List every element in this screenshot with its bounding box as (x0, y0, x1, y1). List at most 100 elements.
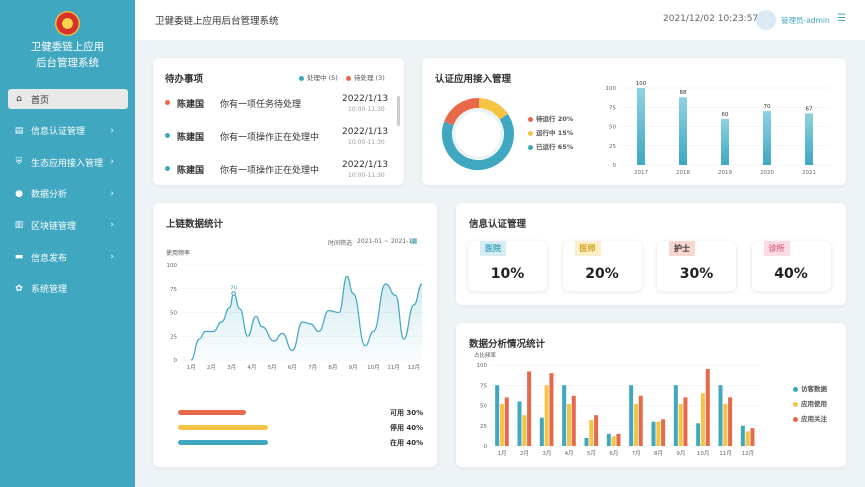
todo-scrollbar[interactable] (397, 96, 400, 126)
avatar[interactable] (756, 10, 776, 30)
sidebar-item-2[interactable]: ⛨ 生态应用接入管理 › (8, 152, 128, 172)
bar-9月-2 (683, 397, 688, 446)
bar-12月-0 (740, 425, 745, 446)
bar-6月-1 (611, 436, 616, 446)
status-dot (165, 100, 170, 105)
status-donut-chart (442, 98, 514, 170)
bar-4月-1 (566, 403, 571, 446)
gear-icon: ✿ (15, 283, 23, 294)
time-range-picker[interactable]: 2021-01 ~ 2021-12 (357, 238, 416, 245)
analysis-title: 数据分析情况统计 (469, 339, 546, 350)
todo-list-item[interactable]: 陈建国 你有一项操作正在处理中 2022/1/13 10:00-11:30 (165, 127, 390, 151)
todo-list-item[interactable]: 陈建国 你有一项任务待处理 2022/1/13 10:00-11:30 (165, 94, 390, 118)
legend-processing-label: 处理中 (5) (307, 74, 338, 82)
y-tick-label: 50 (609, 125, 616, 131)
info-tag: 诊所 (763, 241, 790, 256)
bar-10月-1 (700, 393, 705, 446)
sidebar-item-label: 信息认证管理 (31, 127, 86, 138)
info-value: 40% (774, 266, 808, 282)
chain-stats-title: 上链数据统计 (166, 219, 224, 230)
todo-date: 2022/1/13 (342, 94, 389, 104)
sidebar-item-3[interactable]: ● 数据分析 › (8, 184, 128, 204)
info-card-3[interactable]: 诊所 40% (751, 241, 831, 291)
chevron-right-icon: › (110, 125, 114, 136)
info-auth-title: 信息认证管理 (469, 219, 527, 230)
info-card-0[interactable]: 医院 10% (468, 241, 547, 291)
legend-label: 已运行 65% (536, 143, 574, 151)
bar-10月-0 (696, 423, 701, 446)
x-tick-label: 9月 (676, 450, 685, 457)
sidebar: 卫健委链上应用 后台管理系统 ⌂ 首页 ▤ 信息认证管理 › ⛨ 生态应用接入管理 › ● 数据分… (0, 0, 135, 487)
sidebar-item-6[interactable]: ✿ 系统管理 (8, 279, 128, 299)
legend-pending: 待处理 (3) (346, 72, 385, 82)
bar-4月-2 (571, 395, 576, 446)
bar-legend-item: 应用关注 (793, 413, 827, 423)
sidebar-item-5[interactable]: ▬ 信息发布 › (8, 247, 128, 267)
bar-9月-1 (678, 403, 683, 446)
info-card-2[interactable]: 护士 30% (657, 241, 736, 291)
bar-2018 (679, 97, 687, 165)
legend-dot (528, 116, 533, 122)
info-card-1[interactable]: 医师 20% (562, 241, 642, 291)
bar-5月-1 (589, 420, 594, 446)
y-tick-label: 50 (170, 311, 177, 317)
bar-5月-2 (594, 415, 599, 446)
peak-label: 70 (230, 286, 237, 292)
bar-legend-item: 访客数据 (793, 383, 827, 393)
y-tick-label: 0 (174, 358, 178, 364)
todo-time: 10:00-11:30 (348, 172, 385, 179)
sidebar-item-label: 首页 (31, 95, 50, 106)
bar-8月-2 (661, 419, 666, 446)
todo-text: 你有一项操作正在处理中 (220, 166, 320, 176)
donut-legend-item: 待运行 20% (528, 113, 573, 123)
todo-card: 待办事项 处理中 (5) 待处理 (3) 陈建国 你有一项任务待处理 2022/1/… (153, 58, 404, 185)
current-datetime: 2021/12/02 10:23:57 (663, 14, 759, 24)
sidebar-item-label: 区块链管理 (31, 221, 77, 232)
x-tick-label: 6月 (609, 450, 618, 457)
bar-2021 (805, 113, 813, 165)
x-tick-label: 1月 (187, 364, 196, 371)
status-dot (165, 133, 170, 138)
todo-time: 10:00-11:30 (348, 139, 385, 146)
info-tag: 护士 (669, 241, 695, 256)
progress-bar (178, 440, 268, 445)
shield-icon: ⛨ (15, 157, 23, 168)
time-filter-label: 时间筛选 (328, 240, 353, 247)
auth-access-title: 认证应用接入管理 (435, 74, 512, 85)
calendar-icon[interactable]: ▦ (411, 237, 418, 245)
menu-icon[interactable]: ☰ (837, 13, 846, 24)
todo-date: 2022/1/13 (342, 127, 389, 137)
bar-6月-0 (606, 433, 611, 446)
bar-2月-2 (527, 371, 532, 446)
legend-dot (793, 401, 798, 407)
info-tag: 医院 (480, 241, 506, 256)
progress-bar (178, 425, 268, 430)
x-tick-label: 2017 (634, 170, 648, 176)
todo-list-item[interactable]: 陈建国 你有一项操作正在处理中 2022/1/13 10:00-11:30 (165, 160, 390, 184)
y-tick-label: 25 (170, 334, 177, 340)
legend-dot (793, 416, 798, 422)
y-tick-label: 25 (609, 144, 616, 150)
bar-value-label: 70 (764, 104, 771, 110)
x-tick-label: 2月 (207, 364, 216, 371)
progress-label: 停用 40% (390, 424, 424, 432)
y-tick-label: 75 (609, 105, 616, 111)
chain-stats-card: 上链数据统计 时间筛选 2021-01 ~ 2021-12 ▦ 使用频率 0 25… (153, 203, 437, 467)
user-name[interactable]: 管理员-admin (781, 15, 830, 26)
bar-value-label: 67 (806, 106, 813, 112)
bar-5月-0 (584, 437, 589, 446)
bar-11月-2 (728, 397, 733, 446)
sidebar-item-4[interactable]: ▥ 区块链管理 › (8, 215, 128, 235)
user-icon: ● (15, 188, 23, 199)
bar-legend-item: 应用使用 (793, 398, 827, 408)
sidebar-item-0[interactable]: ⌂ 首页 (8, 89, 128, 109)
x-tick-label: 10月 (367, 364, 380, 371)
pending-dot (346, 75, 351, 81)
bar-value-label: 100 (636, 81, 647, 87)
usage-line-chart: 0 25 50 75 100 1月 2月 3月 4月 5月 6月 7月 8月 9月 10月 11月 12月 70 (167, 263, 424, 371)
y-tick-label: 25 (480, 424, 487, 430)
x-tick-label: 3月 (542, 450, 551, 457)
book-icon: ▥ (14, 220, 24, 231)
analysis-grouped-bar-chart: 0 25 50 75 100 1月 2月 3月 4月 5月 6月 7月 8月 9月 10月 11月 12月 (477, 363, 759, 457)
sidebar-item-1[interactable]: ▤ 信息认证管理 › (8, 121, 128, 141)
